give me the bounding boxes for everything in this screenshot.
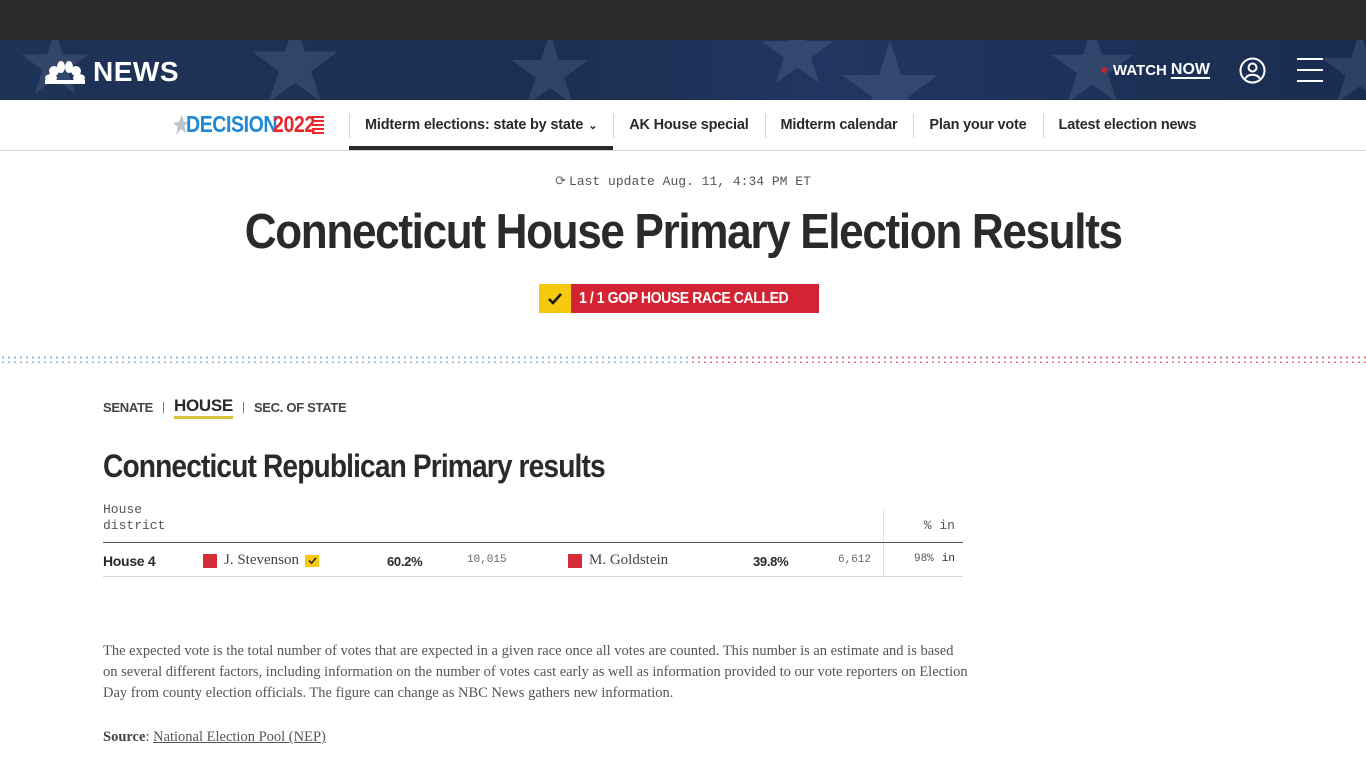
live-dot-icon — [1101, 67, 1107, 73]
winner-check-icon — [305, 554, 319, 567]
pct-in-label: in — [941, 553, 955, 565]
candidate-pct: 60.2% — [387, 554, 423, 569]
party-swatch-republican — [203, 553, 217, 568]
candidate-votes: 6,612 — [838, 554, 872, 566]
peacock-icon — [45, 61, 85, 84]
candidate-name: J. Stevenson — [224, 552, 299, 568]
nav-link-label: AK House special — [629, 117, 749, 133]
nbc-news-logo[interactable]: NEWS — [45, 56, 179, 88]
race-called-badge: 1 / 1 GOP HOUSE RACE CALLED — [539, 284, 819, 313]
tab-senate[interactable]: SENATE — [103, 400, 153, 419]
table-header-row: House district % in — [103, 502, 963, 543]
decision-2022-logo[interactable]: DECISION 2022 — [172, 111, 325, 138]
hamburger-line — [1297, 80, 1323, 82]
nav-link-midterm-calendar[interactable]: Midterm calendar — [764, 100, 914, 150]
watch-now-link[interactable]: WATCH NOW — [1101, 61, 1210, 79]
race-tabs: SENATE HOUSE SEC. OF STATE — [103, 396, 347, 419]
column-header-district: House district — [103, 502, 166, 533]
background-star-decoration — [251, 40, 339, 100]
subnav-links: Midterm elections: state by state ⌄ AK H… — [349, 100, 1212, 150]
tab-separator — [242, 402, 244, 413]
nav-link-label: Midterm calendar — [780, 117, 898, 133]
called-checkmark — [539, 284, 571, 313]
called-text: 1 / 1 GOP HOUSE RACE CALLED — [571, 284, 819, 313]
district-name: House 4 — [103, 553, 156, 569]
candidate-name: M. Goldstein — [589, 552, 669, 568]
account-button[interactable] — [1239, 57, 1266, 84]
table-row[interactable]: House 4 J. Stevenson 60.2% 10,015 M. Gol… — [103, 543, 963, 577]
pct-in-value: 98% in — [914, 553, 955, 565]
last-update: ⟳ Last update Aug. 11, 4:34 PM ET — [0, 174, 1366, 189]
hamburger-line — [1297, 58, 1323, 60]
nav-link-state-by-state[interactable]: Midterm elections: state by state ⌄ — [349, 100, 614, 150]
source-line: Source: National Election Pool (NEP) — [103, 729, 326, 745]
hamburger-menu-button[interactable] — [1297, 58, 1323, 82]
watch-label: WATCH — [1113, 61, 1167, 79]
background-star-decoration — [511, 40, 589, 100]
hamburger-line — [1297, 69, 1323, 71]
last-update-text: Last update Aug. 11, 4:34 PM ET — [569, 174, 811, 189]
called-text-label: 1 / 1 GOP HOUSE RACE CALLED — [579, 289, 789, 307]
source-link[interactable]: National Election Pool (NEP) — [153, 729, 326, 745]
pct-in-number: 98% — [913, 553, 934, 565]
dotted-divider — [0, 355, 1366, 363]
background-star-decoration — [1321, 40, 1366, 100]
candidate-2: M. Goldstein — [568, 552, 668, 569]
dotted-divider-blue — [0, 355, 690, 363]
nav-link-label: Plan your vote — [929, 117, 1027, 133]
dotted-divider-red — [690, 355, 1366, 363]
logo-text: NEWS — [93, 56, 179, 87]
source-label: Source — [103, 729, 146, 745]
refresh-icon: ⟳ — [555, 174, 567, 189]
candidate-1: J. Stevenson — [203, 552, 319, 569]
party-swatch-republican — [568, 553, 582, 568]
nav-link-latest-election-news[interactable]: Latest election news — [1042, 100, 1213, 150]
background-star-decoration — [761, 40, 834, 84]
background-star-decoration — [842, 40, 938, 100]
browser-top-bar — [0, 0, 1366, 40]
nav-link-label: Latest election news — [1058, 117, 1197, 133]
decision-word: DECISION — [186, 111, 278, 137]
tab-house[interactable]: HOUSE — [173, 396, 233, 419]
tab-sec-of-state[interactable]: SEC. OF STATE — [254, 400, 347, 419]
nav-link-plan-your-vote[interactable]: Plan your vote — [913, 100, 1042, 150]
page-title: Connecticut House Primary Election Resul… — [0, 204, 1366, 260]
nav-link-label: Midterm elections: state by state — [365, 117, 584, 133]
check-icon — [548, 292, 562, 305]
user-account-icon — [1239, 57, 1266, 84]
candidate-pct: 39.8% — [753, 554, 789, 569]
tab-separator — [162, 402, 164, 413]
decision-year: 2022 — [273, 111, 315, 137]
candidate-votes: 10,015 — [467, 554, 507, 566]
section-title-text: Connecticut Republican Primary results — [103, 448, 606, 484]
results-table: House district % in House 4 J. Stevenson… — [103, 502, 963, 577]
chevron-down-icon: ⌄ — [588, 119, 598, 132]
page-title-text: Connecticut House Primary Election Resul… — [244, 205, 1123, 259]
section-title: Connecticut Republican Primary results — [103, 448, 673, 485]
nav-link-ak-house-special[interactable]: AK House special — [613, 100, 764, 150]
now-label: NOW — [1170, 61, 1210, 78]
column-header-pct-in: % in — [923, 518, 955, 533]
expected-vote-explainer: The expected vote is the total number of… — [103, 643, 968, 701]
